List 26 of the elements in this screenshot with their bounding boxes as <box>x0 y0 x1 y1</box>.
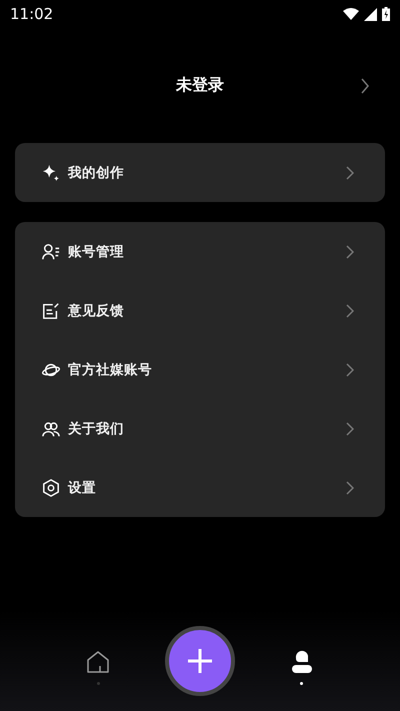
user-list-icon <box>42 242 60 260</box>
chevron-icon <box>346 480 354 494</box>
people-icon <box>42 420 60 438</box>
chevron-icon <box>346 166 354 180</box>
tab-indicator <box>96 682 100 684</box>
chevron-icon <box>346 422 354 436</box>
signal-icon <box>364 8 377 20</box>
chevron-icon <box>346 304 354 318</box>
settings-icon <box>42 478 60 496</box>
chevron-icon <box>346 244 354 258</box>
chevron-icon <box>346 362 354 376</box>
menu-item[interactable]: 关于我们 <box>68 420 338 438</box>
wifi-icon <box>343 8 359 20</box>
battery-icon <box>382 7 390 21</box>
plus-icon <box>186 647 214 675</box>
menu-item[interactable]: 意见反馈 <box>68 302 338 320</box>
status-time: 11:02 <box>10 5 54 23</box>
menu-item[interactable]: 我的创作 <box>68 164 338 182</box>
edit-note-icon <box>42 302 60 320</box>
login-status[interactable]: 未登录 <box>176 75 224 96</box>
menu-item[interactable]: 账号管理 <box>68 242 338 260</box>
menu-item[interactable]: 设置 <box>68 478 338 496</box>
chevron-icon <box>361 78 369 94</box>
tab-indicator <box>300 682 304 684</box>
sparkle-icon <box>42 164 60 182</box>
menu-item[interactable]: 官方社媒账号 <box>68 360 338 378</box>
